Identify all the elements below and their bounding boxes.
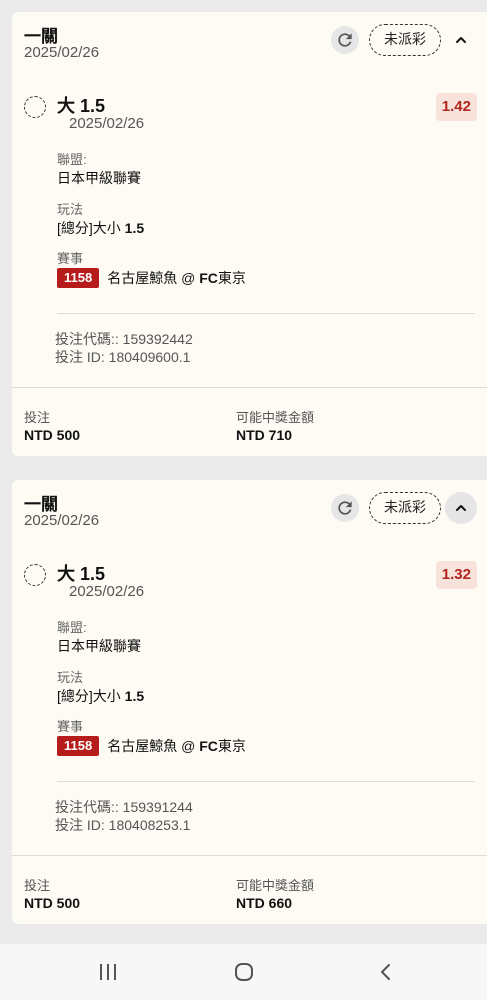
league-block: 聯盟: 日本甲級聯賽 [57,151,475,188]
chevron-up-icon [456,37,466,43]
settlement-status-badge: 未派彩 [369,24,441,56]
league-value: 日本甲級聯賽 [57,170,141,186]
stake-value: NTD 500 [24,895,81,911]
event-away-prefix: FC [199,738,218,754]
bet-id: 投注 ID: 180408253.1 [55,817,191,833]
selection-row: 大 1.5 2025/02/26 1.32 [24,560,487,610]
stake-label: 投注 [24,410,51,425]
event-line: 1158 名古屋鯨魚 @ FC東京 [57,736,475,756]
market-prefix: [總分]大小 [57,688,125,704]
market-line: 1.5 [124,688,145,704]
recents-icon [100,964,116,980]
selection-radio[interactable] [24,564,46,586]
stake-label: 投注 [24,878,51,893]
bet-card: 一關 2025/02/26 未派彩 大 1.5 2025/02/26 1.32 … [12,480,487,924]
bet-code: 投注代碼:: 159392442 [55,331,193,347]
back-button[interactable] [366,958,406,986]
league-label: 聯盟: [57,620,87,635]
event-line: 1158 名古屋鯨魚 @ FC東京 [57,268,475,288]
market-prefix: [總分]大小 [57,220,125,236]
payout-block: 可能中獎金額 NTD 710 [236,410,314,444]
bet-codes: 投注代碼:: 159392442 投注 ID: 180409600.1 [55,330,193,366]
home-icon [235,963,253,981]
refresh-icon [338,33,352,47]
event-label: 賽事 [57,251,84,266]
event-label: 賽事 [57,719,84,734]
bet-code: 投注代碼:: 159391244 [55,799,193,815]
payout-label: 可能中獎金額 [236,410,315,425]
event-away: 東京 [217,270,246,286]
bet-card-header: 一關 2025/02/26 未派彩 [24,480,487,542]
selection-row: 大 1.5 2025/02/26 1.42 [24,92,487,142]
refresh-button[interactable] [331,494,359,522]
divider [12,387,487,388]
market-label: 玩法 [57,202,84,217]
market-block: 玩法 [總分]大小 1.5 [57,669,475,706]
market-value: [總分]大小 1.5 [57,686,475,706]
bet-codes: 投注代碼:: 159391244 投注 ID: 180408253.1 [55,798,193,834]
bet-history-screen: 一關 2025/02/26 未派彩 大 1.5 2025/02/26 1.42 … [0,0,487,1000]
stake-block: 投注 NTD 500 [24,878,80,912]
collapse-button[interactable] [445,492,477,524]
bet-card-date: 2025/02/26 [24,512,100,529]
bet-id: 投注 ID: 180409600.1 [55,349,191,365]
payout-label: 可能中獎金額 [236,878,315,893]
event-id-badge: 1158 [57,268,100,288]
divider [57,781,475,782]
chevron-up-icon [456,505,466,511]
market-label: 玩法 [57,670,84,685]
market-block: 玩法 [總分]大小 1.5 [57,201,475,238]
odds-badge: 1.32 [435,561,477,589]
league-value: 日本甲級聯賽 [57,638,141,654]
league-label: 聯盟: [57,152,87,167]
payout-block: 可能中獎金額 NTD 660 [236,878,314,912]
event-away-prefix: FC [199,270,218,286]
home-button[interactable] [224,958,264,986]
market-value: [總分]大小 1.5 [57,218,475,238]
bet-card-header: 一關 2025/02/26 未派彩 [24,12,487,74]
bet-card-date: 2025/02/26 [24,44,100,61]
collapse-button[interactable] [445,24,477,56]
bet-card: 一關 2025/02/26 未派彩 大 1.5 2025/02/26 1.42 … [12,12,487,456]
event-away: 東京 [217,738,246,754]
refresh-button[interactable] [331,26,359,54]
settlement-status-badge: 未派彩 [369,492,441,524]
event-block: 賽事 1158 名古屋鯨魚 @ FC東京 [57,718,475,756]
divider [12,855,487,856]
odds-badge: 1.42 [435,93,477,121]
system-navigation-bar [0,944,487,1000]
stake-block: 投注 NTD 500 [24,410,80,444]
event-name: 名古屋鯨魚 @ FC東京 [107,736,246,756]
selection-date: 2025/02/26 [69,115,145,132]
league-block: 聯盟: 日本甲級聯賽 [57,619,475,656]
event-home: 名古屋鯨魚 @ [107,738,200,754]
stake-value: NTD 500 [24,427,81,443]
back-icon [381,964,390,980]
divider [57,313,475,314]
selection-radio[interactable] [24,96,46,118]
event-block: 賽事 1158 名古屋鯨魚 @ FC東京 [57,250,475,288]
payout-value: NTD 660 [236,895,293,911]
refresh-icon [338,501,352,515]
recents-button[interactable] [88,958,128,986]
market-line: 1.5 [124,220,145,236]
event-home: 名古屋鯨魚 @ [107,270,200,286]
selection-date: 2025/02/26 [69,583,145,600]
payout-value: NTD 710 [236,427,293,443]
event-name: 名古屋鯨魚 @ FC東京 [107,268,246,288]
event-id-badge: 1158 [57,736,100,756]
